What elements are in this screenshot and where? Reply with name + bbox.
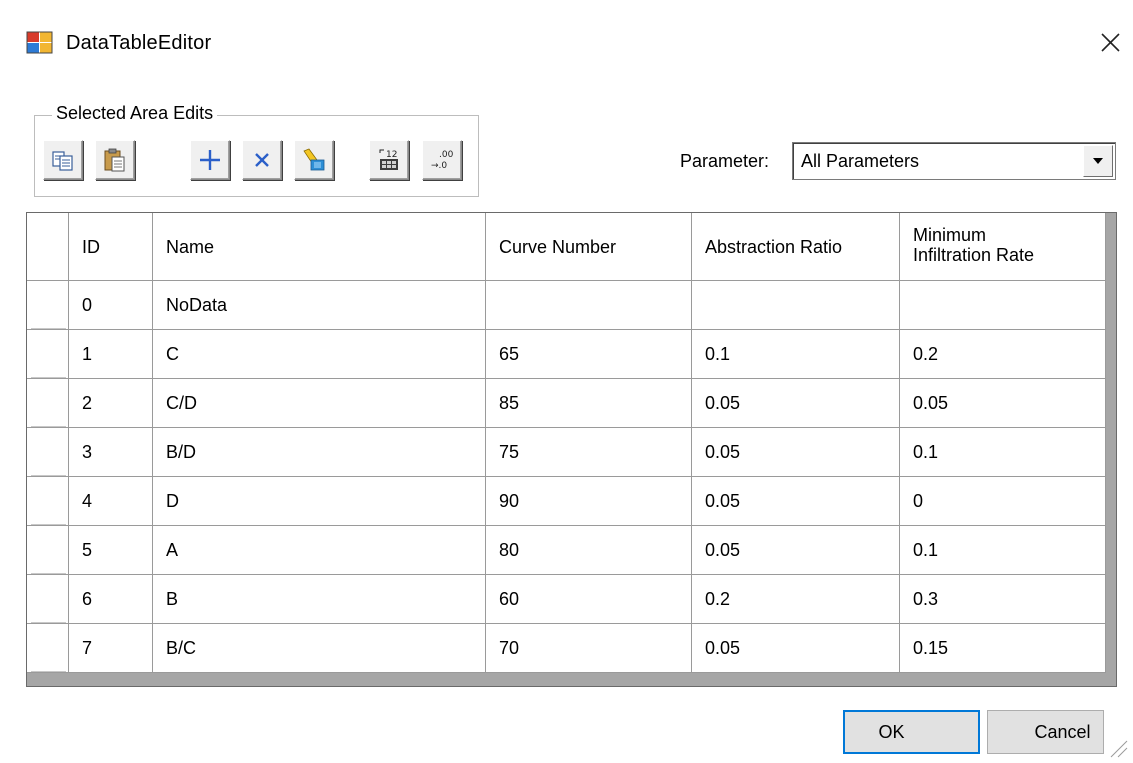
cell-curve-number[interactable] xyxy=(486,281,692,330)
cell-curve-number[interactable]: 90 xyxy=(486,477,692,526)
data-table-grid[interactable]: ID Name Curve Number Abstraction Ratio M… xyxy=(26,212,1117,687)
min-infiltration-header-line2: Infiltration Rate xyxy=(913,245,1035,265)
row-header-divider xyxy=(31,379,66,427)
cell-id[interactable]: 5 xyxy=(69,526,153,575)
title-bar: DataTableEditor xyxy=(0,0,1133,84)
cell-abstraction-ratio[interactable]: 0.1 xyxy=(692,330,900,379)
cell-minimum-infiltration-rate[interactable]: 0 xyxy=(900,477,1106,526)
row-header-divider xyxy=(31,526,66,574)
column-header-curve-number[interactable]: Curve Number xyxy=(486,213,692,281)
row-header[interactable] xyxy=(27,428,69,477)
cell-minimum-infiltration-rate[interactable]: 0.2 xyxy=(900,330,1106,379)
cell-curve-number[interactable]: 80 xyxy=(486,526,692,575)
window-title: DataTableEditor xyxy=(66,32,212,54)
parameter-label: Parameter: xyxy=(680,151,770,171)
column-header-minimum-infiltration-rate[interactable]: Minimum Infiltration Rate xyxy=(900,213,1106,281)
cell-curve-number[interactable]: 75 xyxy=(486,428,692,477)
cell-curve-number[interactable]: 85 xyxy=(486,379,692,428)
cell-name[interactable]: D xyxy=(153,477,486,526)
fill-icon xyxy=(303,148,325,171)
column-header-id[interactable]: ID xyxy=(69,213,153,281)
cell-minimum-infiltration-rate[interactable] xyxy=(900,281,1106,330)
cell-minimum-infiltration-rate[interactable]: 0.1 xyxy=(900,526,1106,575)
cell-minimum-infiltration-rate[interactable]: 0.3 xyxy=(900,575,1106,624)
cell-name[interactable]: A xyxy=(153,526,486,575)
cell-id[interactable]: 3 xyxy=(69,428,153,477)
row-header-divider xyxy=(31,428,66,476)
paste-icon xyxy=(104,148,125,172)
corner-header[interactable] xyxy=(27,213,69,281)
app-icon xyxy=(26,31,53,54)
data-table-editor-window: DataTableEditor Selected Area Edits 12 .… xyxy=(0,0,1133,763)
cell-id[interactable]: 6 xyxy=(69,575,153,624)
min-infiltration-header-line1: Minimum xyxy=(913,225,987,245)
delete-row-button[interactable] xyxy=(242,140,282,180)
column-header-name[interactable]: Name xyxy=(153,213,486,281)
row-header-divider xyxy=(31,624,66,672)
cell-abstraction-ratio[interactable]: 0.05 xyxy=(692,477,900,526)
delete-row-icon xyxy=(255,153,269,167)
resize-grip-icon[interactable] xyxy=(1103,733,1129,759)
cell-curve-number[interactable]: 70 xyxy=(486,624,692,673)
ok-button[interactable]: OK xyxy=(843,710,980,754)
row-header[interactable] xyxy=(27,526,69,575)
add-row-button[interactable] xyxy=(190,140,230,180)
add-row-icon xyxy=(200,150,220,170)
cell-id[interactable]: 7 xyxy=(69,624,153,673)
parameter-selected-value: All Parameters xyxy=(801,151,920,171)
calculate-button[interactable]: 12 xyxy=(369,140,409,180)
row-header[interactable] xyxy=(27,330,69,379)
row-header[interactable] xyxy=(27,379,69,428)
cell-abstraction-ratio[interactable]: 0.05 xyxy=(692,428,900,477)
decimal-places-icon: .00 →.0 xyxy=(431,150,454,171)
paste-button[interactable] xyxy=(95,140,135,180)
row-header[interactable] xyxy=(27,477,69,526)
close-icon xyxy=(1101,33,1120,52)
cell-name[interactable]: C/D xyxy=(153,379,486,428)
cell-name[interactable]: NoData xyxy=(153,281,486,330)
fill-button[interactable] xyxy=(294,140,334,180)
group-label: Selected Area Edits xyxy=(52,99,218,127)
cell-curve-number[interactable]: 60 xyxy=(486,575,692,624)
row-header[interactable] xyxy=(27,281,69,330)
decimal-top-label: .00 xyxy=(439,150,454,160)
decimal-places-button[interactable]: .00 →.0 xyxy=(422,140,462,180)
row-header[interactable] xyxy=(27,575,69,624)
parameter-dropdown[interactable]: All Parameters xyxy=(792,142,1116,180)
cell-abstraction-ratio[interactable]: 0.05 xyxy=(692,379,900,428)
chevron-down-icon xyxy=(1093,158,1103,164)
cell-name[interactable]: C xyxy=(153,330,486,379)
row-header-divider xyxy=(31,330,66,378)
calculator-icon: 12 xyxy=(379,149,398,170)
dropdown-arrow-button[interactable] xyxy=(1083,145,1113,177)
cancel-button[interactable]: Cancel xyxy=(987,710,1104,754)
cell-abstraction-ratio[interactable]: 0.05 xyxy=(692,624,900,673)
calc-label: 12 xyxy=(386,150,397,160)
row-header-divider xyxy=(31,575,66,623)
cell-id[interactable]: 4 xyxy=(69,477,153,526)
row-header[interactable] xyxy=(27,624,69,673)
copy-button[interactable] xyxy=(43,140,83,180)
close-button[interactable] xyxy=(1090,22,1130,62)
cell-id[interactable]: 0 xyxy=(69,281,153,330)
cell-abstraction-ratio[interactable]: 0.2 xyxy=(692,575,900,624)
cell-minimum-infiltration-rate[interactable]: 0.1 xyxy=(900,428,1106,477)
cell-name[interactable]: B/C xyxy=(153,624,486,673)
cell-name[interactable]: B xyxy=(153,575,486,624)
cell-minimum-infiltration-rate[interactable]: 0.15 xyxy=(900,624,1106,673)
cell-id[interactable]: 1 xyxy=(69,330,153,379)
decimal-bottom-label: →.0 xyxy=(431,161,447,171)
cell-curve-number[interactable]: 65 xyxy=(486,330,692,379)
cell-name[interactable]: B/D xyxy=(153,428,486,477)
cell-abstraction-ratio[interactable]: 0.05 xyxy=(692,526,900,575)
cell-id[interactable]: 2 xyxy=(69,379,153,428)
column-header-abstraction-ratio[interactable]: Abstraction Ratio xyxy=(692,213,900,281)
copy-icon xyxy=(52,151,73,171)
row-header-divider xyxy=(31,477,66,525)
row-header-divider xyxy=(31,281,66,329)
cell-abstraction-ratio[interactable] xyxy=(692,281,900,330)
cell-minimum-infiltration-rate[interactable]: 0.05 xyxy=(900,379,1106,428)
